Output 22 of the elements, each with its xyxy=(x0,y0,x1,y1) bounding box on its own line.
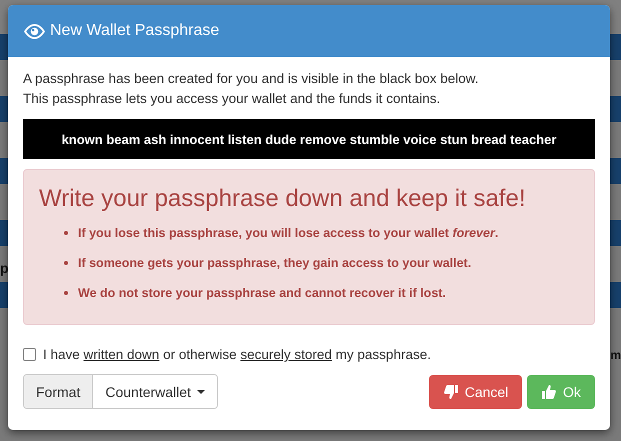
bullet-icon xyxy=(64,291,68,295)
page-text: m xyxy=(610,348,621,362)
caret-icon xyxy=(196,390,205,394)
warning-item: If you lose this passphrase, you will lose access to your wallet forever. xyxy=(78,226,498,240)
warning-item: If someone gets your passphrase, they gain access to your wallet. xyxy=(78,256,472,270)
bullet-icon xyxy=(64,261,68,265)
checkbox-label: I have written down or otherwise securely stored my passphrase. xyxy=(43,347,431,362)
checkbox[interactable] xyxy=(23,348,36,361)
dialog-title: New Wallet Passphrase xyxy=(50,22,220,40)
format-label: Format xyxy=(24,375,94,408)
thumbs-up-icon xyxy=(541,384,558,400)
thumbs-down-icon xyxy=(442,384,459,400)
intro-text: This passphrase lets you access your wallet and the funds it contains. xyxy=(23,90,442,108)
eye-icon xyxy=(23,24,46,38)
intro-text: A passphrase has been created for you and is visible in the black box below. xyxy=(23,70,480,88)
page-text: p xyxy=(0,260,9,276)
passphrase-box: known beam ash innocent listen dude remove stumble voice stun bread teacher xyxy=(23,119,595,159)
warning-heading: Write your passphrase down and keep it safe! xyxy=(39,184,526,214)
warning-item: We do not store your passphrase and cannot recover it if lost. xyxy=(78,286,446,300)
bullet-icon xyxy=(64,231,68,235)
cancel-button[interactable]: Cancel xyxy=(429,374,522,408)
ok-button[interactable]: Ok xyxy=(527,374,595,408)
